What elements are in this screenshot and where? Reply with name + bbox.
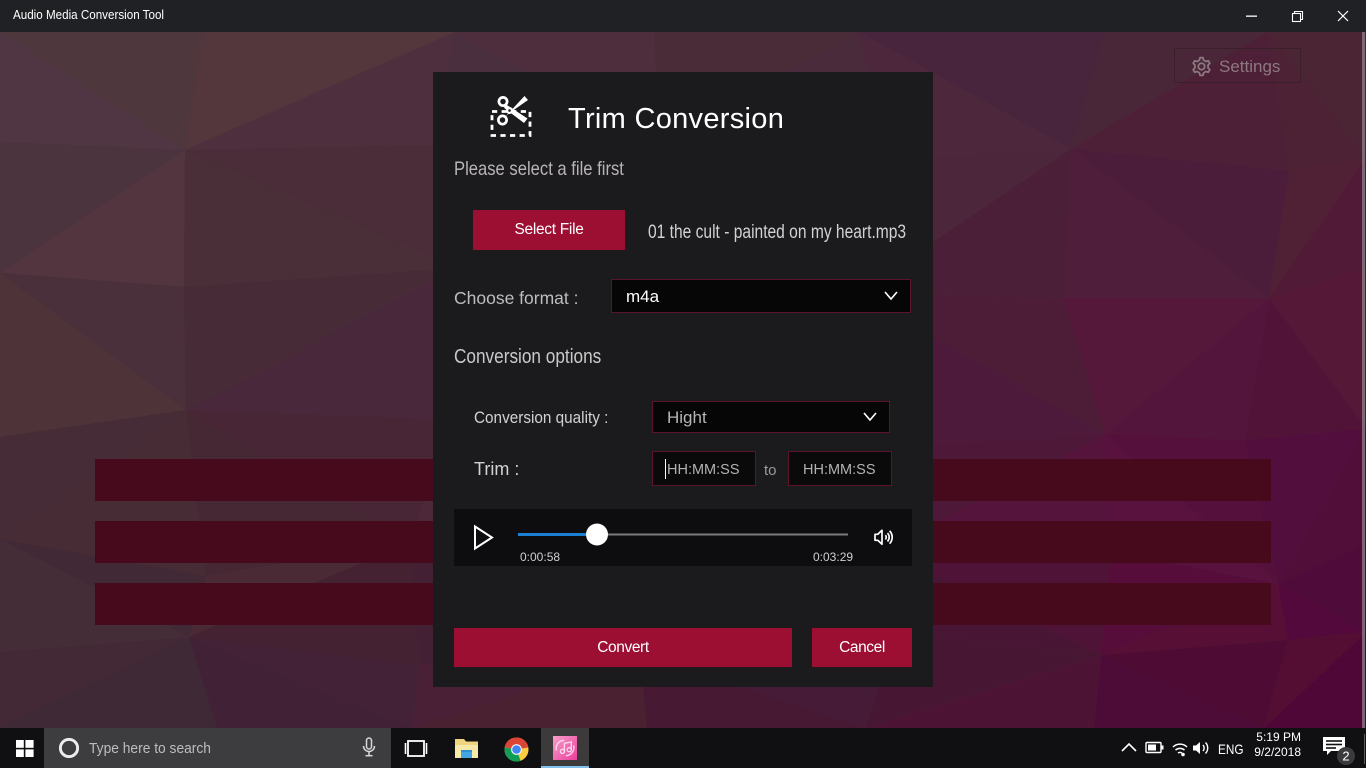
svg-text:2: 2 <box>1342 749 1349 764</box>
